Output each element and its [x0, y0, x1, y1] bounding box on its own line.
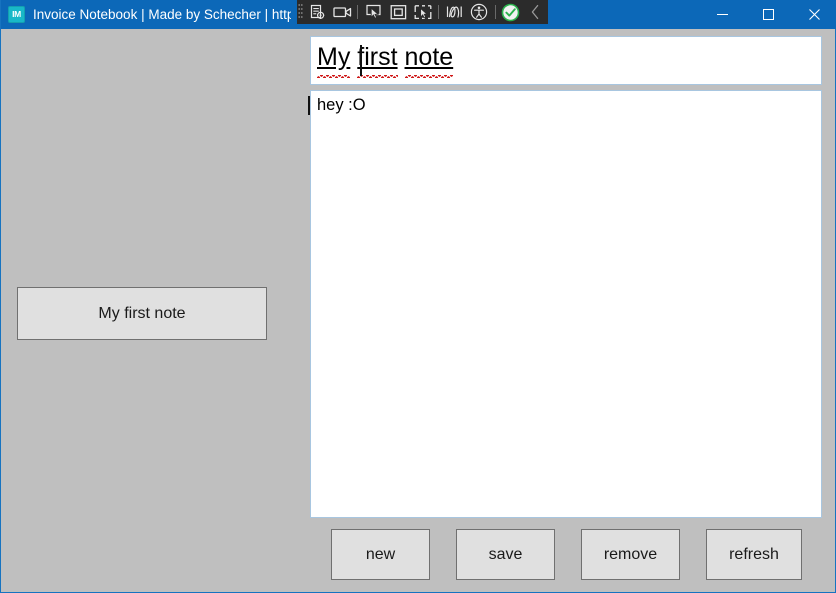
window-controls: [699, 0, 836, 29]
minimize-button[interactable]: [699, 0, 745, 29]
note-list-sidebar: My first note: [2, 29, 301, 591]
title-word-1: My: [317, 42, 351, 79]
drag-grip-icon[interactable]: [297, 0, 305, 24]
square-outline-icon[interactable]: [386, 0, 411, 24]
window-cursor-icon[interactable]: [411, 0, 436, 24]
text-caret: [360, 45, 362, 76]
toolbar-separator: [357, 5, 359, 19]
note-body-textarea[interactable]: hey :O: [310, 90, 822, 518]
accessibility-person-icon[interactable]: [467, 0, 492, 24]
save-button[interactable]: save: [456, 529, 555, 580]
chevron-left-icon[interactable]: [523, 0, 548, 24]
remove-button[interactable]: remove: [581, 529, 680, 580]
toolbar-separator: [438, 5, 440, 19]
window-title: Invoice Notebook | Made by Schecher | ht…: [33, 7, 291, 22]
action-button-bar: new save remove refresh: [310, 529, 822, 582]
new-button[interactable]: new: [331, 529, 430, 580]
maximize-button[interactable]: [745, 0, 791, 29]
title-word-3: note: [404, 42, 453, 79]
body-text-caret: [308, 96, 310, 115]
list-item[interactable]: My first note: [17, 287, 267, 340]
close-button[interactable]: [791, 0, 836, 29]
application-window: IM Invoice Notebook | Made by Schecher |…: [0, 0, 836, 593]
note-title-text: My first note: [317, 42, 453, 79]
scribble-icon[interactable]: [442, 0, 467, 24]
video-camera-icon[interactable]: [330, 0, 355, 24]
toolbar-separator: [494, 5, 496, 19]
title-word-2: first: [357, 42, 398, 79]
green-check-circle-icon[interactable]: [499, 0, 524, 24]
capture-toolbar[interactable]: [297, 0, 548, 24]
app-icon: IM: [8, 6, 25, 23]
document-gear-icon[interactable]: [305, 0, 330, 24]
refresh-button[interactable]: refresh: [706, 529, 802, 580]
note-title-input[interactable]: My first note: [310, 36, 822, 85]
note-body-text: hey :O: [317, 96, 366, 114]
cursor-arrow-icon[interactable]: [361, 0, 386, 24]
